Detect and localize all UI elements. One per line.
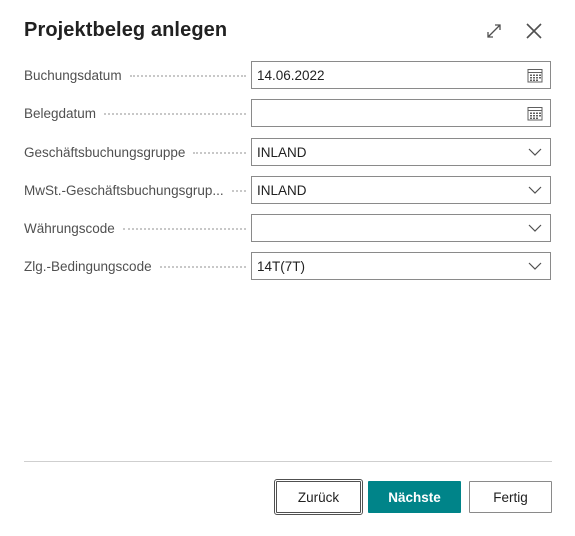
field-label: Buchungsdatum	[24, 67, 122, 83]
field-value: 14T(7T)	[257, 258, 306, 274]
field-label: Zlg.-Bedingungscode	[24, 258, 152, 274]
field-label: Belegdatum	[24, 105, 97, 121]
title-actions	[483, 20, 545, 42]
close-icon[interactable]	[523, 20, 545, 42]
leader-dots	[231, 190, 246, 192]
chevron-down-icon[interactable]	[520, 139, 550, 165]
leader-dots	[104, 113, 246, 115]
field-row-document-date: Belegdatum	[24, 99, 552, 127]
field-row-payment-terms-code: Zlg.-Bedingungscode 14T(7T)	[24, 252, 552, 280]
field-row-posting-date: Buchungsdatum 14.06.2022	[24, 61, 552, 89]
project-document-dialog: Projektbeleg anlegen Buchungsdatum 14.06…	[0, 0, 575, 536]
field-value: INLAND	[257, 182, 307, 198]
dialog-title: Projektbeleg anlegen	[24, 19, 228, 41]
calendar-icon[interactable]	[520, 100, 550, 126]
chevron-down-icon[interactable]	[520, 253, 550, 279]
footer-divider	[24, 461, 552, 462]
currency-code-select[interactable]	[251, 214, 551, 242]
expand-icon[interactable]	[483, 20, 505, 42]
field-label: Geschäftsbuchungsgruppe	[24, 144, 186, 160]
vat-bus-posting-group-select[interactable]: INLAND	[251, 176, 551, 204]
field-row-gen-bus-posting-group: Geschäftsbuchungsgruppe INLAND	[24, 138, 552, 166]
leader-dots	[159, 266, 246, 268]
posting-date-input[interactable]: 14.06.2022	[251, 61, 551, 89]
field-row-currency-code: Währungscode	[24, 214, 552, 242]
field-value: 14.06.2022	[257, 67, 325, 83]
next-button[interactable]: Nächste	[368, 481, 461, 513]
leader-dots	[129, 75, 246, 77]
leader-dots	[122, 228, 246, 230]
leader-dots	[193, 152, 246, 154]
payment-terms-code-select[interactable]: 14T(7T)	[251, 252, 551, 280]
chevron-down-icon[interactable]	[520, 177, 550, 203]
finish-button[interactable]: Fertig	[469, 481, 552, 513]
back-button[interactable]: Zurück	[274, 479, 363, 515]
calendar-icon[interactable]	[520, 62, 550, 88]
gen-bus-posting-group-select[interactable]: INLAND	[251, 138, 551, 166]
document-date-input[interactable]	[251, 99, 551, 127]
field-value: INLAND	[257, 144, 307, 160]
field-row-vat-bus-posting-group: MwSt.-Geschäftsbuchungsgrup... INLAND	[24, 176, 552, 204]
field-label: MwSt.-Geschäftsbuchungsgrup...	[24, 182, 224, 198]
field-label: Währungscode	[24, 220, 115, 236]
chevron-down-icon[interactable]	[520, 215, 550, 241]
